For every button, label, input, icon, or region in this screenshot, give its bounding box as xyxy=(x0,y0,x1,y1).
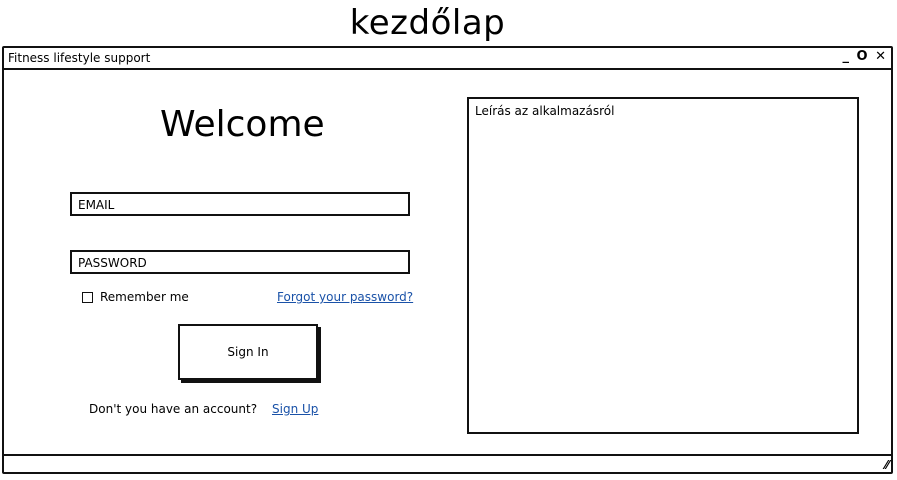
sign-in-button[interactable]: Sign In xyxy=(178,324,318,380)
password-input[interactable] xyxy=(72,253,408,273)
window-titlebar: Fitness lifestyle support _ O ✕ xyxy=(4,48,891,70)
description-text: Leírás az alkalmazásról xyxy=(475,104,615,118)
password-field[interactable] xyxy=(70,250,410,274)
no-account-text: Don't you have an account? xyxy=(89,402,258,416)
forgot-password-link[interactable]: Forgot your password? xyxy=(277,290,413,304)
page-title: kezdőlap xyxy=(349,3,506,43)
close-icon[interactable]: ✕ xyxy=(875,49,887,64)
remember-checkbox[interactable] xyxy=(82,291,93,303)
window-title: Fitness lifestyle support xyxy=(8,51,151,65)
remember-label: Remember me xyxy=(100,290,189,304)
minimize-icon[interactable]: _ xyxy=(842,49,850,64)
email-input[interactable] xyxy=(72,195,408,215)
welcome-heading: Welcome xyxy=(160,104,325,145)
app-window: Fitness lifestyle support _ O ✕ Welcome … xyxy=(2,46,893,474)
email-field[interactable] xyxy=(70,192,410,216)
maximize-icon[interactable]: O xyxy=(857,49,869,64)
resize-grip-icon[interactable]: ⁄⁄ xyxy=(885,458,889,472)
window-statusbar: ⁄⁄ xyxy=(4,454,891,472)
remember-me[interactable]: Remember me xyxy=(82,290,189,304)
sign-up-link[interactable]: Sign Up xyxy=(272,402,318,416)
window-controls: _ O ✕ xyxy=(841,49,887,64)
description-panel: Leírás az alkalmazásról xyxy=(467,97,859,434)
